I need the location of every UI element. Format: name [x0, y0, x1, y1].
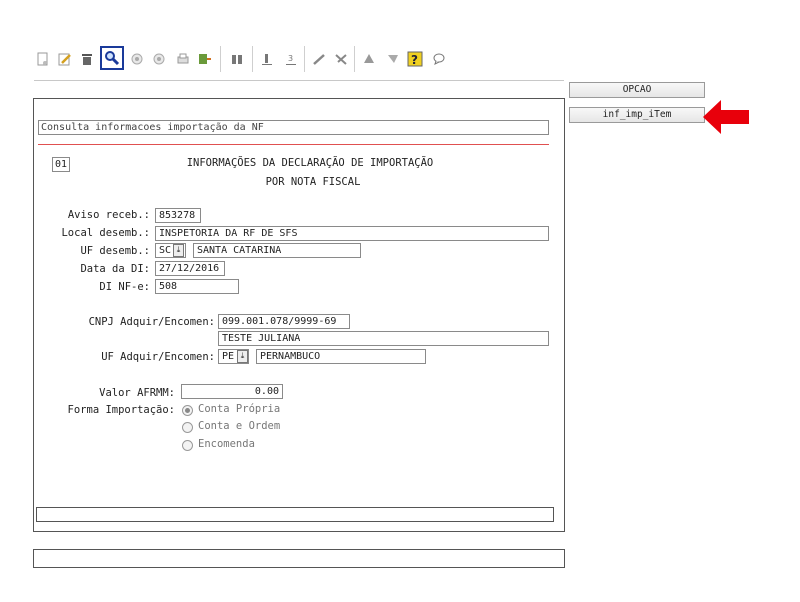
uf-adquir-label: UF Adquir/Encomen:	[101, 351, 215, 363]
opcao-button[interactable]: OPCAO	[569, 82, 705, 98]
radio-conta-propria[interactable]	[182, 405, 193, 416]
di-nfe-label: DI NF-e:	[99, 281, 150, 293]
uf-desemb-name-field: SANTA CATARINA	[193, 243, 361, 258]
search-icon[interactable]	[100, 46, 124, 70]
last-icon[interactable]: 3	[282, 50, 300, 68]
next-icon[interactable]	[150, 50, 168, 68]
first-icon[interactable]	[258, 50, 276, 68]
binoculars-icon[interactable]	[228, 50, 246, 68]
chat-icon[interactable]	[430, 50, 448, 68]
inf-imp-item-button[interactable]: inf_imp_iTem	[569, 107, 705, 123]
radio-encomenda[interactable]	[182, 440, 193, 451]
print-icon[interactable]	[174, 50, 192, 68]
export-icon[interactable]	[196, 50, 214, 68]
data-di-field[interactable]: 27/12/2016	[155, 261, 225, 276]
cnpj-field[interactable]: 099.001.078/9999-69	[218, 314, 350, 329]
forma-label: Forma Importação:	[67, 404, 175, 416]
form-heading-2: POR NOTA FISCAL	[265, 176, 361, 188]
inner-scroll-bar[interactable]	[36, 507, 554, 522]
local-label: Local desemb.:	[61, 227, 150, 239]
delete-icon[interactable]	[78, 50, 96, 68]
uf-desemb-dropdown-icon[interactable]: ⤓	[173, 244, 184, 257]
di-nfe-field[interactable]: 508	[155, 279, 239, 294]
aviso-label: Aviso receb.:	[67, 209, 150, 221]
cancel-icon[interactable]	[332, 50, 350, 68]
new-doc-icon[interactable]	[34, 50, 52, 68]
confirm-icon[interactable]	[310, 50, 328, 68]
radio-label-conta-ordem: Conta e Ordem	[198, 420, 281, 432]
svg-text:?: ?	[411, 53, 418, 67]
edit-icon[interactable]	[56, 50, 74, 68]
prev-icon[interactable]	[128, 50, 146, 68]
toolbar: 3 ?	[34, 40, 564, 81]
aviso-field[interactable]: 853278	[155, 208, 201, 223]
uf-desemb-label: UF desemb.:	[80, 245, 150, 257]
radio-label-conta-propria: Conta Própria	[198, 403, 281, 415]
radio-label-encomenda: Encomenda	[198, 438, 255, 450]
svg-text:3: 3	[288, 54, 293, 63]
uf-adquir-dropdown-icon[interactable]: ⤓	[237, 350, 248, 363]
status-bar	[33, 549, 565, 568]
afrmm-field[interactable]: 0.00	[181, 384, 283, 399]
uf-adquir-name-field: PERNAMBUCO	[256, 349, 426, 364]
form-heading-1: INFORMAÇÕES DA DECLARAÇÃO DE IMPORTAÇÃO	[186, 157, 434, 169]
radio-conta-ordem[interactable]	[182, 422, 193, 433]
help-icon[interactable]: ?	[406, 50, 424, 68]
filter-icon[interactable]	[384, 50, 402, 68]
title-divider	[38, 144, 549, 145]
cnpj-label: CNPJ Adquir/Encomen:	[88, 316, 215, 328]
data-di-label: Data da DI:	[80, 263, 150, 275]
adquir-name-field: TESTE JULIANA	[218, 331, 549, 346]
up-icon[interactable]	[360, 50, 378, 68]
red-arrow-icon	[703, 100, 749, 134]
form-title: Consulta informacoes importação da NF	[38, 120, 549, 135]
local-field[interactable]: INSPETORIA DA RF DE SFS	[155, 226, 549, 241]
afrmm-label: Valor AFRMM:	[99, 387, 175, 399]
